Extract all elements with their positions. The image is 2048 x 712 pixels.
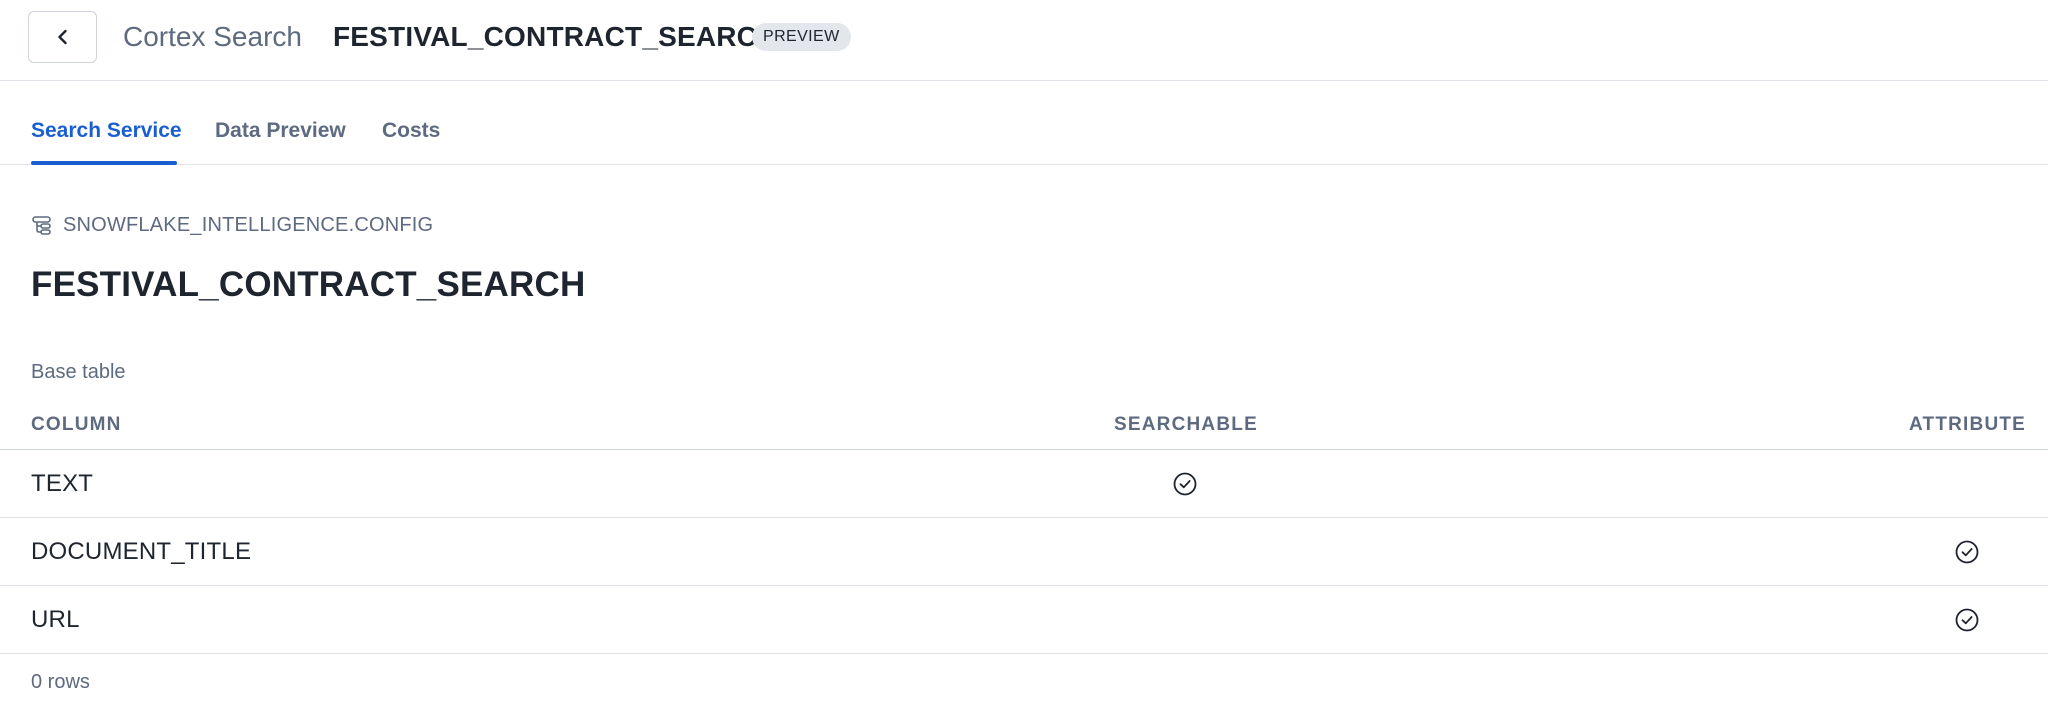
schema-path: SNOWFLAKE_INTELLIGENCE.CONFIG <box>31 211 433 239</box>
section-label-base-table: Base table <box>31 361 126 383</box>
page-title: FESTIVAL_CONTRACT_SEARCH <box>31 265 586 304</box>
schema-path-label: SNOWFLAKE_INTELLIGENCE.CONFIG <box>63 213 434 236</box>
back-button[interactable] <box>28 11 97 63</box>
tab-data-preview[interactable]: Data Preview <box>215 117 346 145</box>
table-row: DOCUMENT_TITLE <box>0 518 2048 586</box>
schema-icon <box>32 216 51 235</box>
table-row: URL <box>0 586 2048 654</box>
preview-badge: PREVIEW <box>752 23 851 51</box>
chevron-left-icon <box>57 29 67 45</box>
column-header-searchable: SEARCHABLE <box>1114 414 1258 435</box>
tab-costs[interactable]: Costs <box>382 117 440 145</box>
tab-bar: Search Service Data Preview Costs <box>0 82 2048 165</box>
active-tab-indicator <box>31 161 177 165</box>
check-circle-icon <box>1955 608 1979 632</box>
check-circle-icon <box>1173 472 1197 496</box>
columns-table: COLUMN SEARCHABLE ATTRIBUTE TEXT DOCUMEN… <box>0 402 2048 654</box>
column-name: URL <box>31 606 80 633</box>
breadcrumb-cortex-search[interactable]: Cortex Search <box>123 19 302 55</box>
check-circle-icon <box>1955 540 1979 564</box>
column-name: TEXT <box>31 470 94 497</box>
tab-search-service[interactable]: Search Service <box>31 117 182 145</box>
column-name: DOCUMENT_TITLE <box>31 538 252 565</box>
column-header-column: COLUMN <box>31 414 122 435</box>
header-service-name: FESTIVAL_CONTRACT_SEARCH <box>333 21 778 52</box>
row-count: 0 rows <box>31 671 90 693</box>
table-header-row: COLUMN SEARCHABLE ATTRIBUTE <box>0 402 2048 450</box>
page-header: Cortex Search FESTIVAL_CONTRACT_SEARCH P… <box>0 0 2048 81</box>
column-header-attribute: ATTRIBUTE <box>1909 414 2027 435</box>
table-row: TEXT <box>0 450 2048 518</box>
